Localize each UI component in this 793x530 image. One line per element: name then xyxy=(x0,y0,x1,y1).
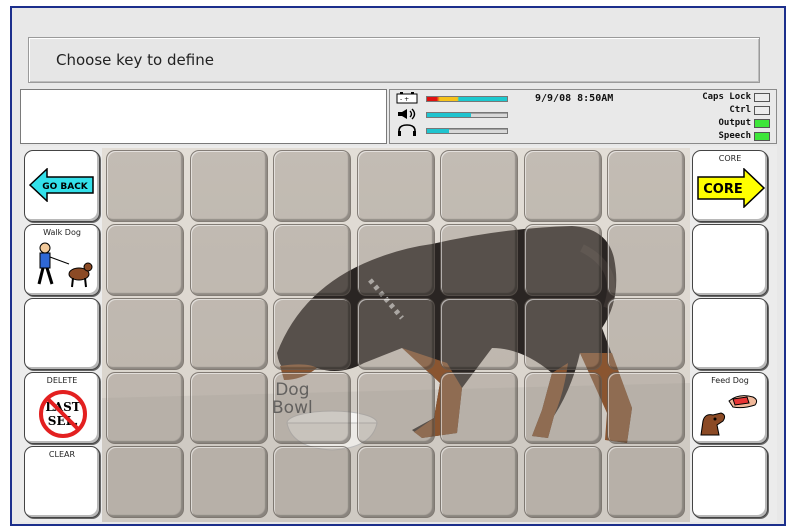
grid-key-r1-c4[interactable] xyxy=(356,150,435,222)
grid-key-r3-c6[interactable] xyxy=(523,298,602,370)
grid-key-r3-c3[interactable] xyxy=(273,298,351,370)
battery-icon: - + xyxy=(396,92,418,104)
speech-indicator: Speech xyxy=(718,130,770,142)
core-label: CORE xyxy=(718,154,742,163)
delete-no-icon: LAST SEL. xyxy=(39,390,87,438)
blank-key-right-3[interactable] xyxy=(692,446,768,518)
grid-key-r5-c4[interactable] xyxy=(356,446,435,518)
caps-lock-lamp xyxy=(754,92,770,102)
feed-dog-label: Feed Dog xyxy=(711,376,749,385)
grid-key-r4-c5[interactable] xyxy=(440,372,518,444)
grid-key-r4-c6[interactable] xyxy=(523,372,602,444)
dog-bowl-hotspot[interactable]: Dog Bowl xyxy=(272,381,313,417)
clear-key[interactable]: CLEAR xyxy=(24,446,100,518)
grid-key-r5-c1[interactable] xyxy=(106,446,184,518)
volume-meter-fill xyxy=(427,113,471,117)
grid-key-r2-c5[interactable] xyxy=(440,224,518,296)
grid-key-r3-c4[interactable] xyxy=(356,298,435,370)
grid-key-r4-c1[interactable] xyxy=(106,372,184,444)
speech-label: Speech xyxy=(718,131,751,141)
grid-key-r5-c7[interactable] xyxy=(607,446,685,518)
caps-lock-indicator: Caps Lock xyxy=(702,91,770,103)
feed-dog-key[interactable]: Feed Dog xyxy=(692,372,768,444)
delete-last-selection-key[interactable]: DELETE LAST SEL. xyxy=(24,372,100,444)
grid-key-r1-c3[interactable] xyxy=(273,150,351,222)
headphones-icon xyxy=(398,124,416,136)
ctrl-indicator: Ctrl xyxy=(729,104,770,116)
ctrl-lamp xyxy=(754,105,770,115)
grid-key-r1-c6[interactable] xyxy=(523,150,602,222)
blank-key-right-2[interactable] xyxy=(692,298,768,370)
go-back-key[interactable]: GO BACK xyxy=(24,150,100,222)
clear-label: CLEAR xyxy=(48,450,76,459)
headphone-meter-fill xyxy=(427,129,450,133)
go-back-arrow-icon: GO BACK xyxy=(29,168,94,202)
dog-bowl-label: Dog Bowl xyxy=(272,380,313,418)
output-indicator: Output xyxy=(718,117,770,129)
speech-lamp xyxy=(754,131,770,141)
grid-key-r2-c7[interactable] xyxy=(607,224,685,296)
speaker-icon xyxy=(398,108,416,120)
grid-key-r1-c7[interactable] xyxy=(607,150,685,222)
svg-text:- +: - + xyxy=(400,96,409,103)
grid-key-r5-c5[interactable] xyxy=(440,446,518,518)
grid-key-r2-c2[interactable] xyxy=(189,224,268,296)
core-arrow-icon: CORE xyxy=(697,168,766,208)
walk-dog-icon xyxy=(37,242,93,288)
output-lamp xyxy=(754,118,770,128)
blank-key-right-1[interactable] xyxy=(692,224,768,296)
ctrl-label: Ctrl xyxy=(729,105,751,115)
key-grid: GO BACK Walk Dog DELETE LAST SEL. CLEAR xyxy=(20,146,777,522)
grid-key-r1-c5[interactable] xyxy=(440,150,518,222)
grid-key-r4-c2[interactable] xyxy=(189,372,268,444)
battery-meter-fill xyxy=(427,97,507,101)
go-back-label: GO BACK xyxy=(42,182,89,192)
grid-key-r3-c7[interactable] xyxy=(607,298,685,370)
grid-key-r2-c1[interactable] xyxy=(106,224,184,296)
core-arrow-text: CORE xyxy=(703,182,742,197)
grid-key-r4-c4[interactable] xyxy=(356,372,435,444)
walk-dog-label: Walk Dog xyxy=(43,228,81,237)
grid-key-r4-c7[interactable] xyxy=(607,372,685,444)
core-key[interactable]: CORE CORE xyxy=(692,150,768,222)
grid-key-r5-c2[interactable] xyxy=(189,446,268,518)
grid-key-r1-c2[interactable] xyxy=(189,150,268,222)
battery-meter xyxy=(426,96,508,102)
status-panel: - + 9/9/08 8:50AM Caps Lock Ctrl Output … xyxy=(389,89,777,144)
walk-dog-key[interactable]: Walk Dog xyxy=(24,224,100,296)
feed-dog-icon xyxy=(700,395,758,436)
date-time: 9/9/08 8:50AM xyxy=(535,93,614,104)
grid-key-r1-c1[interactable] xyxy=(106,150,184,222)
grid-key-r5-c3[interactable] xyxy=(273,446,351,518)
delete-label: DELETE xyxy=(46,376,78,385)
grid-key-r2-c4[interactable] xyxy=(356,224,435,296)
grid-key-r3-c5[interactable] xyxy=(440,298,518,370)
grid-key-r2-c3[interactable] xyxy=(273,224,351,296)
message-window[interactable] xyxy=(20,89,387,144)
grid-key-r3-c2[interactable] xyxy=(189,298,268,370)
grid-key-r5-c6[interactable] xyxy=(523,446,602,518)
grid-key-r2-c6[interactable] xyxy=(523,224,602,296)
headphone-meter[interactable] xyxy=(426,128,508,134)
caps-lock-label: Caps Lock xyxy=(702,92,751,102)
prompt-text: Choose key to define xyxy=(56,51,214,69)
output-label: Output xyxy=(718,118,751,128)
prompt-bar: Choose key to define xyxy=(28,37,760,83)
grid-key-r3-c1[interactable] xyxy=(106,298,184,370)
volume-meter[interactable] xyxy=(426,112,508,118)
blank-key-left[interactable] xyxy=(24,298,100,370)
